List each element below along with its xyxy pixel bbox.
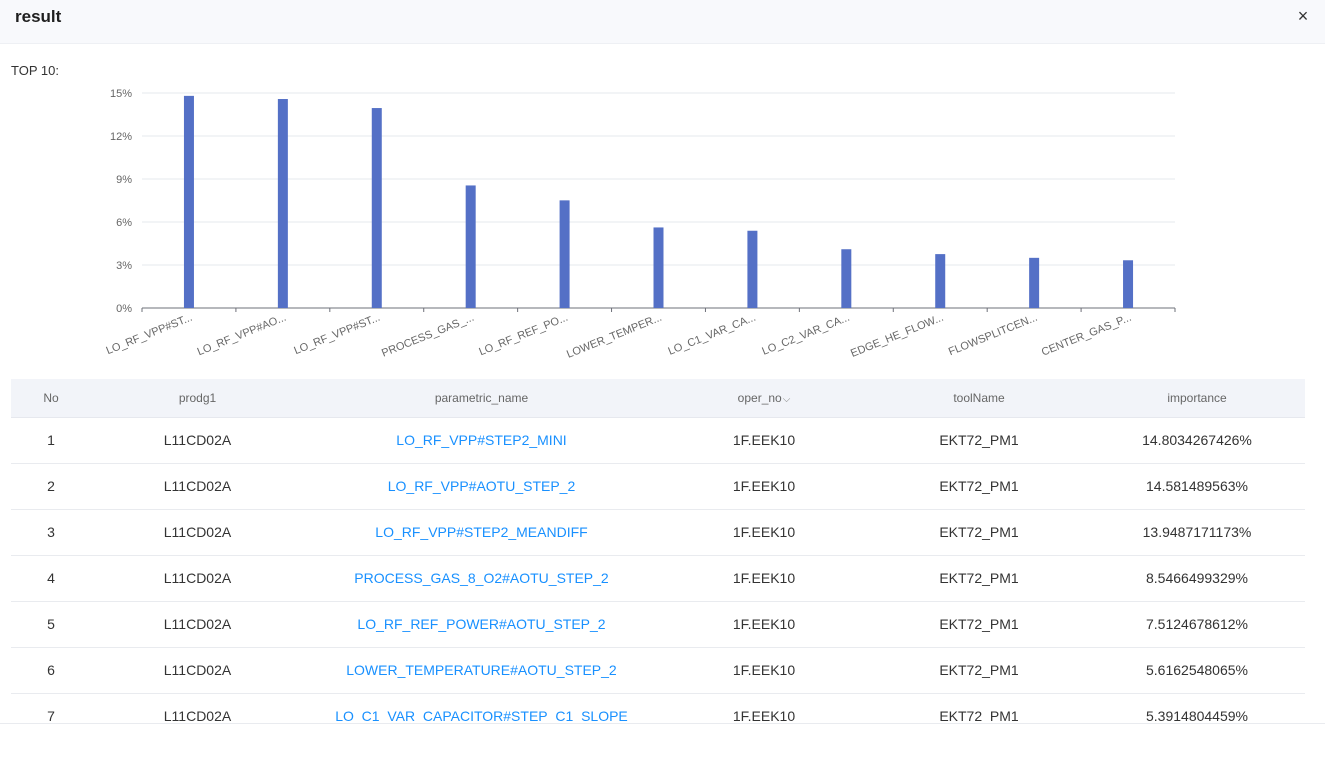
importance-bar-chart: 0% 3% 6% 9% 12% 15% LO_RF_VPP#ST... LO_RF_VPP#A… — [105, 88, 1176, 361]
cell-toolname: EKT72_PM1 — [939, 524, 1019, 540]
cell-importance: 8.5466499329% — [1146, 570, 1248, 586]
x-tick-label: LO_RF_VPP#ST... — [105, 312, 195, 357]
bar — [747, 230, 758, 308]
close-icon[interactable]: × — [1294, 6, 1312, 26]
cell-no: 2 — [47, 478, 55, 494]
cell-no: 5 — [47, 616, 55, 632]
cell-importance: 5.3914804459% — [1146, 708, 1248, 724]
col-header-parametric-name[interactable]: parametric_name — [304, 379, 659, 417]
x-tick-label: EDGE_HE_FLOW... — [849, 312, 945, 360]
cell-oper-no: 1F.EEK10 — [732, 432, 796, 448]
cell-parametric-name[interactable]: LO_RF_VPP#STEP2_MEANDIFF — [304, 510, 659, 555]
y-tick-label: 9% — [116, 174, 132, 186]
cell-parametric-name[interactable]: LO_RF_REF_POWER#AOTU_STEP_2 — [304, 602, 659, 647]
cell-importance: 7.5124678612% — [1146, 616, 1248, 632]
x-tick-label: LO_C1_VAR_CA... — [666, 312, 757, 358]
bar — [465, 185, 476, 308]
cell-toolname: EKT72_PM1 — [939, 432, 1019, 448]
y-tick-label: 12% — [110, 131, 132, 143]
col-header-oper-no-label: oper_no — [737, 391, 782, 405]
cell-oper-no: 1F.EEK10 — [732, 708, 796, 724]
cell-oper-no: 1F.EEK10 — [732, 478, 796, 494]
y-tick-label: 0% — [116, 303, 132, 315]
x-tick-label: LO_C2_VAR_CA... — [760, 312, 851, 358]
cell-importance: 14.581489563% — [1146, 478, 1248, 494]
cell-importance: 5.6162548065% — [1146, 662, 1248, 678]
cell-prodg1: L11CD02A — [163, 478, 232, 494]
y-tick-label: 3% — [116, 260, 132, 272]
x-tick-label: LOWER_TEMPER... — [565, 312, 664, 361]
cell-no: 4 — [47, 570, 55, 586]
table-header: No prodg1 parametric_name oper_no⌵ toolN… — [11, 379, 1305, 418]
table-viewport[interactable]: No prodg1 parametric_name oper_no⌵ toolN… — [0, 379, 1325, 724]
cell-prodg1: L11CD02A — [163, 708, 232, 724]
cell-prodg1: L11CD02A — [163, 570, 232, 586]
cell-prodg1: L11CD02A — [163, 432, 232, 448]
table-row: 7 L11CD02A LO_C1_VAR_CAPACITOR#STEP_C1_SLO… — [11, 694, 1305, 724]
y-tick-label: 15% — [110, 88, 132, 100]
cell-parametric-name[interactable]: LO_RF_VPP#AOTU_STEP_2 — [304, 464, 659, 509]
cell-parametric-name[interactable]: LO_RF_VPP#STEP2_MINI — [304, 418, 659, 463]
table-row: 5 L11CD02A LO_RF_REF_POWER#AOTU_STEP_2 1F.E… — [11, 602, 1305, 648]
bar — [371, 108, 382, 308]
cell-toolname: EKT72_PM1 — [939, 708, 1019, 724]
bar — [1123, 260, 1134, 308]
x-tick-label: LO_RF_VPP#ST... — [292, 312, 382, 357]
dialog-header: result × — [0, 0, 1325, 44]
y-tick-label: 6% — [116, 217, 132, 229]
table-row: 2 L11CD02A LO_RF_VPP#AOTU_STEP_2 1F.EEK10 EK… — [11, 464, 1305, 510]
x-tick-label: FLOWSPLITCEN... — [947, 312, 1039, 359]
x-tick-label: CENTER_GAS_P... — [1040, 312, 1133, 359]
cell-parametric-name[interactable]: PROCESS_GAS_8_O2#AOTU_STEP_2 — [304, 556, 659, 601]
col-header-no[interactable]: No — [11, 379, 91, 417]
bar — [559, 200, 570, 308]
cell-no: 7 — [47, 708, 55, 724]
cell-no: 1 — [47, 432, 55, 448]
col-header-toolname[interactable]: toolName — [869, 379, 1089, 417]
cell-parametric-name[interactable]: LO_C1_VAR_CAPACITOR#STEP_C1_SLOPE — [304, 694, 659, 724]
cell-no: 6 — [47, 662, 55, 678]
col-header-oper-no[interactable]: oper_no⌵ — [659, 379, 869, 417]
cell-oper-no: 1F.EEK10 — [732, 524, 796, 540]
table-row: 1 L11CD02A LO_RF_VPP#STEP2_MINI 1F.EEK10 EKT… — [11, 418, 1305, 464]
dialog-title: result — [15, 7, 62, 26]
table-body: 1 L11CD02A LO_RF_VPP#STEP2_MINI 1F.EEK10 EKT… — [11, 418, 1305, 724]
cell-oper-no: 1F.EEK10 — [732, 616, 796, 632]
cell-toolname: EKT72_PM1 — [939, 478, 1019, 494]
col-header-prodg1[interactable]: prodg1 — [91, 379, 304, 417]
bar — [935, 254, 946, 308]
cell-toolname: EKT72_PM1 — [939, 616, 1019, 632]
table-row: 6 L11CD02A LOWER_TEMPERATURE#AOTU_STEP_2 1F… — [11, 648, 1305, 694]
x-tick-label: LO_RF_VPP#AO... — [196, 312, 288, 359]
cell-parametric-name[interactable]: LOWER_TEMPERATURE#AOTU_STEP_2 — [304, 648, 659, 693]
cell-prodg1: L11CD02A — [163, 662, 232, 678]
cell-no: 3 — [47, 524, 55, 540]
cell-oper-no: 1F.EEK10 — [732, 570, 796, 586]
table-row: 3 L11CD02A LO_RF_VPP#STEP2_MEANDIFF 1F.EEK1… — [11, 510, 1305, 556]
cell-importance: 13.9487171173% — [1142, 524, 1252, 540]
cell-importance: 14.8034267426% — [1142, 432, 1252, 448]
bar — [183, 95, 194, 308]
cell-prodg1: L11CD02A — [163, 616, 232, 632]
cell-toolname: EKT72_PM1 — [939, 662, 1019, 678]
chevron-down-icon[interactable]: ⌵ — [783, 380, 791, 419]
result-dialog: result × TOP 10: 0% 3% 6% 9% 12% 15% LO_RF_VPP… — [0, 0, 1325, 765]
bar — [277, 99, 288, 308]
cell-oper-no: 1F.EEK10 — [732, 662, 796, 678]
cell-prodg1: L11CD02A — [163, 524, 232, 540]
bar — [653, 227, 664, 308]
results-table: No prodg1 parametric_name oper_no⌵ toolN… — [11, 379, 1305, 724]
cell-toolname: EKT72_PM1 — [939, 570, 1019, 586]
table-row: 4 L11CD02A PROCESS_GAS_8_O2#AOTU_STEP_2 1F.… — [11, 556, 1305, 602]
x-tick-label: LO_RF_REF_PO... — [477, 312, 569, 359]
col-header-importance[interactable]: importance — [1089, 379, 1305, 417]
divider — [0, 723, 1325, 724]
x-tick-label: PROCESS_GAS_... — [380, 312, 476, 360]
bar — [841, 249, 852, 308]
bar — [1029, 257, 1040, 308]
